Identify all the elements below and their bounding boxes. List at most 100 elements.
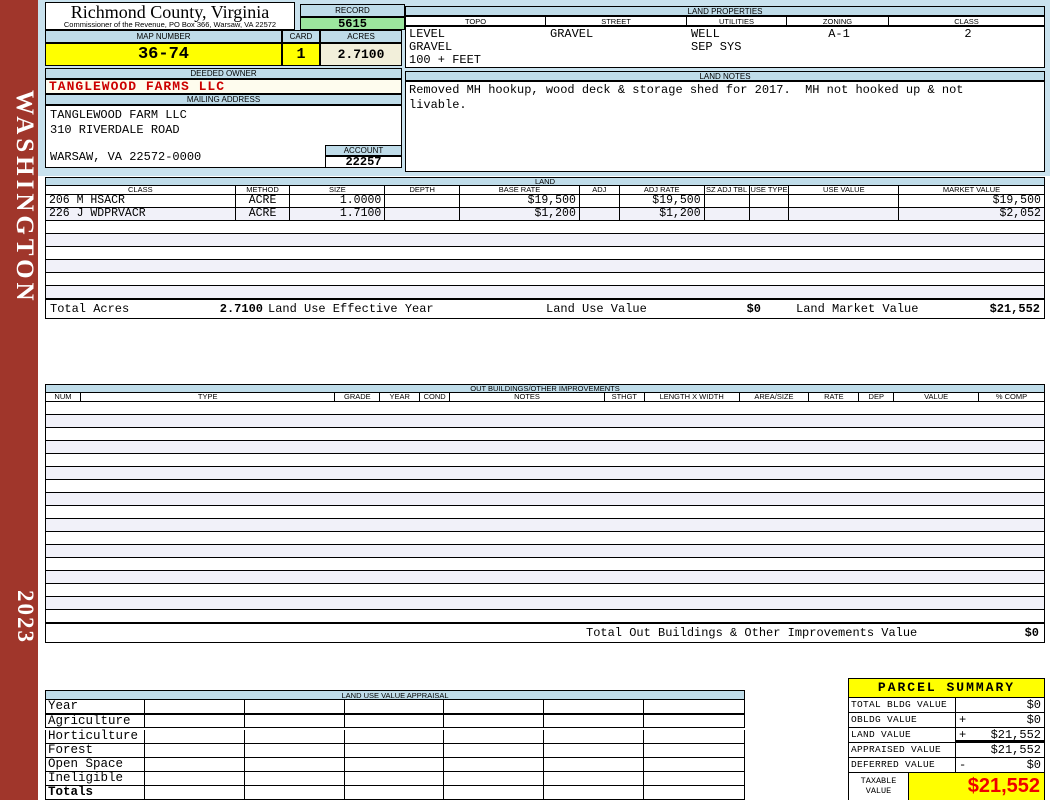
land-cell bbox=[705, 195, 750, 207]
out-buildings-empty-row bbox=[46, 467, 1044, 480]
out-buildings-empty-row bbox=[46, 493, 1044, 506]
out-buildings-col-header: NOTES bbox=[450, 393, 605, 401]
total-acres-value: 2.7100 bbox=[219, 302, 263, 316]
county-title: Richmond County, Virginia bbox=[70, 2, 270, 22]
county-subtitle: Commissioner of the Revenue, PO Box 366,… bbox=[63, 20, 277, 29]
land-col-header: USE TYPE bbox=[750, 186, 790, 194]
land-col-header: ADJ RATE bbox=[620, 186, 705, 194]
appraisal-cell bbox=[444, 744, 545, 757]
out-buildings-header: NUM TYPE GRADE YEAR COND NOTES STHGT LENGTH X W… bbox=[46, 393, 1044, 402]
out-buildings-empty-row bbox=[46, 597, 1044, 610]
land-col-header: METHOD bbox=[236, 186, 291, 194]
appraisal-cell bbox=[245, 786, 345, 799]
land-use-appraisal-table: LAND USE VALUE APPRAISAL Year Agriculture… bbox=[45, 690, 745, 800]
land-properties-header: TOPO STREET UTILITIES ZONING CLASS bbox=[405, 16, 1045, 26]
appraisal-row: Totals bbox=[45, 786, 745, 800]
appraisal-cell bbox=[444, 700, 545, 713]
land-cell bbox=[385, 208, 461, 220]
land-cell bbox=[750, 208, 790, 220]
zoning-value: A-1 bbox=[828, 27, 850, 41]
land-cell bbox=[580, 208, 620, 220]
appraisal-row-label: Agriculture bbox=[46, 715, 145, 728]
appraisal-cell bbox=[444, 715, 545, 727]
land-cell: ACRE bbox=[236, 195, 291, 207]
acres-label: ACRES bbox=[320, 30, 402, 43]
parcel-summary-body: TOTAL BLDG VALUE $0 OBLDG VALUE + $0 LAND VAL… bbox=[849, 698, 1044, 773]
out-buildings-col-header: NUM bbox=[46, 393, 81, 401]
land-use-value: $0 bbox=[746, 302, 761, 316]
appraisal-cell bbox=[145, 730, 245, 743]
land-cell: $1,200 bbox=[620, 208, 705, 220]
land-table-row: 206 M HSACR ACRE 1.0000 $19,500 $19,500 $19,5… bbox=[46, 195, 1044, 208]
appraisal-cell bbox=[644, 700, 744, 713]
land-empty-row bbox=[46, 260, 1044, 273]
land-cell: $2,052 bbox=[999, 208, 1041, 220]
parcel-summary-row-amount: + $0 bbox=[956, 713, 1044, 727]
deeded-owner-label: DEEDED OWNER bbox=[45, 68, 402, 79]
parcel-summary-operator: + bbox=[959, 713, 967, 727]
appraisal-cell bbox=[245, 744, 345, 757]
out-buildings-totals-row: Total Out Buildings & Other Improvements… bbox=[46, 623, 1044, 642]
class-value: 2 bbox=[964, 27, 972, 41]
land-col-header: USE VALUE bbox=[789, 186, 900, 194]
taxable-value-row: TAXABLE VALUE $21,552 bbox=[849, 773, 1044, 800]
property-record-card: WASHINGTON 2023 Richmond County, Virgini… bbox=[0, 0, 1050, 800]
appraisal-row-label: Horticulture bbox=[46, 730, 145, 743]
taxable-value: $21,552 bbox=[909, 773, 1044, 800]
utilities-value: SEP SYS bbox=[691, 40, 742, 54]
land-cell bbox=[705, 208, 750, 220]
parcel-summary-row-label: LAND VALUE bbox=[849, 728, 956, 742]
card-value: 1 bbox=[282, 43, 320, 66]
out-buildings-col-header: VALUE bbox=[894, 393, 980, 401]
parcel-summary-row-amount: - $0 bbox=[956, 758, 1044, 772]
land-empty-row bbox=[46, 234, 1044, 247]
total-acres-label: Total Acres bbox=[50, 302, 130, 316]
parcel-summary-row-amount: $0 bbox=[956, 698, 1044, 712]
appraisal-cell bbox=[644, 715, 744, 727]
parcel-summary-value: $21,552 bbox=[990, 743, 1041, 757]
appraisal-cell bbox=[345, 700, 445, 713]
land-cell: $1,200 bbox=[460, 208, 580, 220]
appraisal-row: Agriculture bbox=[45, 714, 745, 728]
out-buildings-col-header: AREA/SIZE bbox=[740, 393, 810, 401]
appraisal-row-label: Forest bbox=[46, 744, 145, 757]
land-cell: 206 M HSACR bbox=[46, 195, 236, 207]
land-empty-row bbox=[46, 273, 1044, 286]
out-buildings-empty-row bbox=[46, 441, 1044, 454]
street-value: GRAVEL bbox=[550, 27, 594, 41]
appraisal-cell bbox=[145, 786, 245, 799]
land-cell bbox=[789, 208, 900, 220]
appraisal-cell bbox=[444, 758, 545, 771]
appraisal-cell bbox=[245, 772, 345, 785]
land-use-appraisal-title: LAND USE VALUE APPRAISAL bbox=[45, 690, 745, 700]
appraisal-cell bbox=[644, 772, 744, 785]
land-cell bbox=[750, 195, 790, 207]
out-buildings-col-header: YEAR bbox=[380, 393, 421, 401]
out-buildings-col-header: COND bbox=[420, 393, 451, 401]
land-col-header: BASE RATE bbox=[460, 186, 580, 194]
parcel-summary-title: PARCEL SUMMARY bbox=[849, 679, 1044, 698]
parcel-summary-row-label: DEFERRED VALUE bbox=[849, 758, 956, 772]
appraisal-cell bbox=[245, 715, 345, 727]
land-cell: 1.7100 bbox=[290, 208, 386, 220]
land-properties-col-header: STREET bbox=[546, 16, 687, 26]
out-buildings-empty-row bbox=[46, 519, 1044, 532]
land-totals-row: Total Acres 2.7100 Land Use Effective Ye… bbox=[46, 299, 1044, 318]
parcel-summary-value: $21,552 bbox=[990, 728, 1041, 742]
land-cell: $19,500 bbox=[460, 195, 580, 207]
out-buildings-empty-row bbox=[46, 454, 1044, 467]
appraisal-cell bbox=[145, 715, 245, 727]
mailing-address-line: WARSAW, VA 22572-0000 bbox=[50, 150, 202, 164]
parcel-summary-row: OBLDG VALUE + $0 bbox=[849, 713, 1044, 728]
land-cell: $19,500 bbox=[992, 195, 1041, 207]
map-number-label: MAP NUMBER bbox=[45, 30, 282, 43]
land-cell: ACRE bbox=[236, 208, 291, 220]
appraisal-cell bbox=[444, 786, 545, 799]
land-properties-values: LEVEL GRAVEL 100 + FEET GRAVEL WELL SEP … bbox=[405, 26, 1045, 68]
land-col-header: ADJ bbox=[580, 186, 620, 194]
county-header: Richmond County, Virginia Commissioner o… bbox=[45, 2, 295, 30]
land-properties-title: LAND PROPERTIES bbox=[405, 6, 1045, 16]
parcel-summary: PARCEL SUMMARY TOTAL BLDG VALUE $0 OBLDG V… bbox=[848, 678, 1045, 800]
parcel-summary-operator: - bbox=[959, 758, 967, 772]
appraisal-cell bbox=[544, 744, 645, 757]
